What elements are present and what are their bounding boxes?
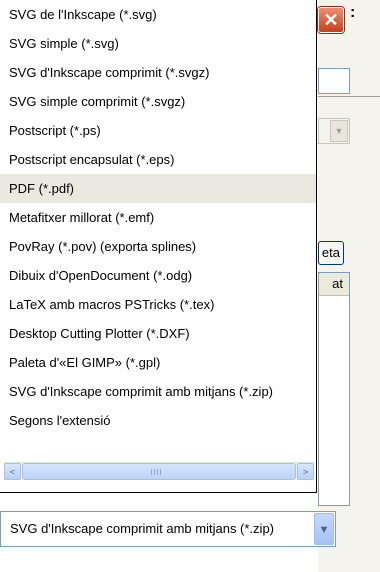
dropdown-option[interactable]: Metafitxer millorat (*.emf) <box>0 203 316 232</box>
chevron-down-icon: ▼ <box>318 524 330 536</box>
combobox-dropdown-button[interactable]: ▼ <box>314 513 334 545</box>
dropdown-option[interactable]: SVG d'Inkscape comprimit amb mitjans (*.… <box>0 377 316 406</box>
horizontal-scrollbar[interactable]: < > <box>4 462 314 480</box>
chevron-down-icon[interactable]: ▼ <box>330 120 348 142</box>
dropdown-option[interactable]: Postscript (*.ps) <box>0 116 316 145</box>
dropdown-option[interactable]: SVG d'Inkscape comprimit (*.svgz) <box>0 58 316 87</box>
chevron-right-icon: > <box>302 467 309 477</box>
filename-input[interactable] <box>318 68 350 94</box>
dropdown-option[interactable]: Postscript encapsulat (*.eps) <box>0 145 316 174</box>
dropdown-option[interactable]: SVG simple (*.svg) <box>0 29 316 58</box>
scroll-left-button[interactable]: < <box>4 463 21 480</box>
close-button[interactable]: ✕ <box>318 7 344 33</box>
file-type-combobox[interactable]: SVG d'Inkscape comprimit amb mitjans (*.… <box>0 511 336 547</box>
dropdown-option[interactable]: SVG simple comprimit (*.svgz) <box>0 87 316 116</box>
dropdown-option[interactable]: PDF (*.pdf) <box>0 174 316 203</box>
file-type-dropdown-list[interactable]: SVG de l'Inkscape (*.svg) SVG simple (*.s… <box>0 0 317 493</box>
folder-combo[interactable]: ▼ <box>318 118 350 144</box>
dropdown-option[interactable]: Desktop Cutting Plotter (*.DXF) <box>0 319 316 348</box>
dropdown-option[interactable]: Segons l'extensió <box>0 406 316 435</box>
chevron-left-icon: < <box>9 467 16 477</box>
scrollbar-thumb[interactable] <box>22 463 296 480</box>
dropdown-option[interactable]: LaTeX amb macros PSTricks (*.tex) <box>0 290 316 319</box>
file-table[interactable]: at <box>318 272 350 506</box>
combobox-value: SVG d'Inkscape comprimit amb mitjans (*.… <box>10 521 275 536</box>
new-folder-button[interactable]: eta <box>318 241 344 265</box>
title-fragment: : <box>350 4 356 21</box>
dropdown-option[interactable]: Dibuix d'OpenDocument (*.odg) <box>0 261 316 290</box>
dropdown-option[interactable]: SVG de l'Inkscape (*.svg) <box>0 0 316 29</box>
divider <box>318 96 380 97</box>
scroll-right-button[interactable]: > <box>297 463 314 480</box>
column-header[interactable]: at <box>319 273 349 296</box>
grip-icon <box>151 469 161 475</box>
dropdown-option[interactable]: Paleta d'«El GIMP» (*.gpl) <box>0 348 316 377</box>
close-icon: ✕ <box>323 10 339 30</box>
dropdown-option[interactable]: PovRay (*.pov) (exporta splines) <box>0 232 316 261</box>
new-folder-button-label: eta <box>321 245 340 260</box>
option-list: SVG de l'Inkscape (*.svg) SVG simple (*.s… <box>0 0 316 435</box>
